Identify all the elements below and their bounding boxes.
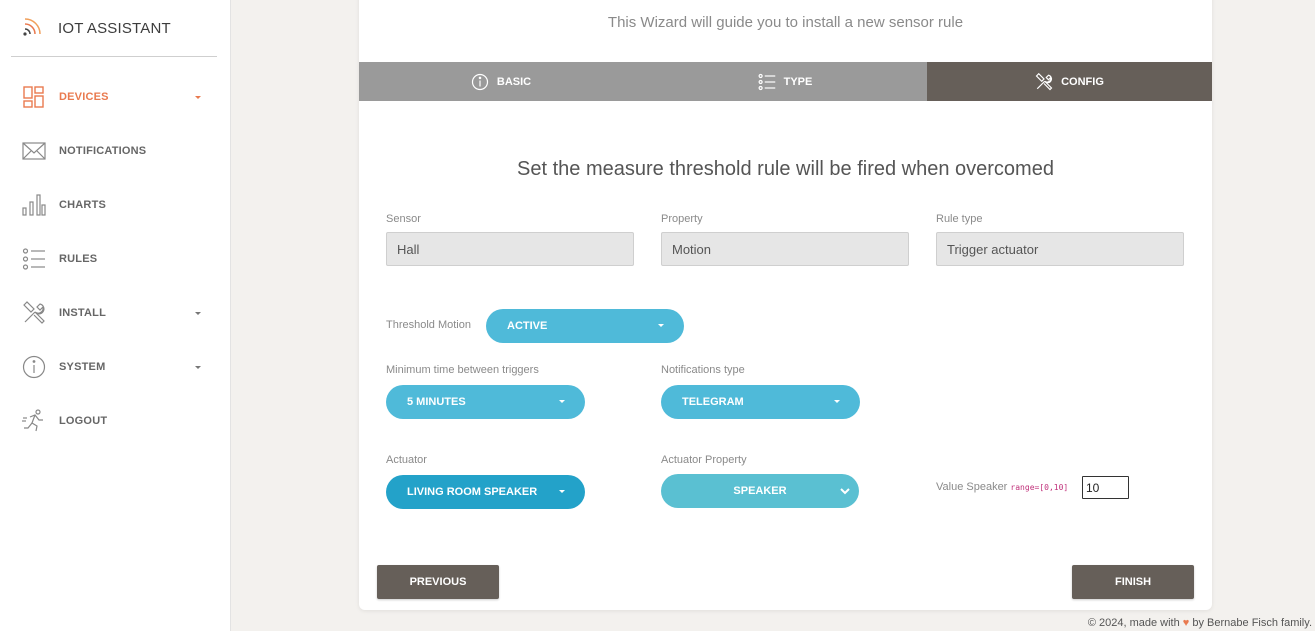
rule-type-field: Trigger actuator — [936, 232, 1184, 266]
tab-label: BASIC — [496, 75, 532, 88]
tools-icon — [1035, 72, 1053, 90]
chevron-down-icon — [559, 400, 565, 403]
actuator-label: Actuator — [386, 454, 427, 466]
config-heading: Set the measure threshold rule will be f… — [517, 158, 1054, 180]
property-field: Motion — [661, 232, 909, 266]
dashboard-icon — [23, 86, 44, 108]
chevron-down-icon — [658, 324, 664, 327]
sensor-field: Hall — [386, 232, 634, 266]
sensor-label: Sensor — [386, 213, 421, 225]
notifications-type-value: TELEGRAM — [682, 396, 744, 408]
heart-icon: ♥ — [1182, 617, 1190, 629]
threshold-dropdown[interactable]: ACTIVE — [486, 309, 684, 343]
chevron-down-icon — [834, 400, 840, 403]
sidebar-nav: DEVICES NOTIFICATIONS CHARTS RULES INSTA… — [0, 70, 231, 448]
tab-basic[interactable]: BASIC — [359, 62, 643, 101]
tab-label: CONFIG — [1061, 75, 1104, 88]
value-speaker-range: range=[0,10] — [1010, 483, 1069, 492]
info-icon — [471, 73, 488, 90]
bar-chart-icon — [22, 194, 46, 216]
chevron-down-icon — [559, 490, 565, 493]
sidebar-item-label: CHARTS — [59, 199, 107, 211]
sidebar-item-label: LOGOUT — [59, 415, 108, 427]
rule-type-label: Rule type — [936, 213, 983, 225]
finish-button[interactable]: FINISH — [1072, 565, 1194, 599]
signal-logo-icon — [23, 18, 41, 36]
sidebar-item-rules[interactable]: RULES — [0, 232, 231, 286]
previous-button[interactable]: PREVIOUS — [377, 565, 499, 599]
sidebar-item-charts[interactable]: CHARTS — [0, 178, 231, 232]
tools-icon — [23, 301, 45, 324]
threshold-value: ACTIVE — [507, 320, 548, 332]
sidebar-item-devices[interactable]: DEVICES — [0, 70, 231, 124]
sidebar: IOT ASSISTANT DEVICES NOTIFICATIONS CHAR… — [0, 0, 231, 631]
sidebar-item-label: RULES — [59, 253, 98, 265]
actuator-value: LIVING ROOM SPEAKER — [407, 486, 538, 498]
sidebar-item-logout[interactable]: LOGOUT — [0, 394, 231, 448]
threshold-label: Threshold Motion — [386, 319, 471, 331]
app-title: IOT ASSISTANT — [58, 20, 171, 37]
value-speaker-label: Value Speaker range=[0,10] — [936, 481, 1068, 493]
value-speaker-text: Value Speaker — [936, 481, 1008, 493]
tab-label: TYPE — [783, 75, 813, 88]
sidebar-item-install[interactable]: INSTALL — [0, 286, 231, 340]
wizard-card: This Wizard will guide you to install a … — [359, 0, 1212, 610]
chevron-down-icon — [195, 95, 201, 99]
chevron-down-icon — [840, 488, 850, 495]
tab-config[interactable]: CONFIG — [927, 62, 1212, 101]
wizard-subtitle: This Wizard will guide you to install a … — [607, 14, 964, 31]
list-icon — [22, 248, 45, 270]
wizard-tabs: BASIC TYPE CONFIG — [359, 62, 1212, 101]
property-label: Property — [661, 213, 703, 225]
sidebar-item-label: INSTALL — [59, 307, 107, 319]
list-icon — [758, 73, 775, 90]
min-time-value: 5 MINUTES — [407, 396, 466, 408]
actuator-property-value: SPEAKER — [733, 485, 787, 497]
min-time-dropdown[interactable]: 5 MINUTES — [386, 385, 585, 419]
sidebar-item-notifications[interactable]: NOTIFICATIONS — [0, 124, 231, 178]
running-icon — [22, 409, 43, 432]
min-time-label: Minimum time between triggers — [386, 364, 539, 376]
tab-type[interactable]: TYPE — [643, 62, 927, 101]
sidebar-item-label: SYSTEM — [59, 361, 106, 373]
actuator-dropdown[interactable]: LIVING ROOM SPEAKER — [386, 475, 585, 509]
notifications-type-dropdown[interactable]: TELEGRAM — [661, 385, 860, 419]
sidebar-item-label: DEVICES — [59, 91, 109, 103]
sidebar-item-system[interactable]: SYSTEM — [0, 340, 231, 394]
chevron-down-icon — [195, 311, 201, 315]
actuator-property-select[interactable]: SPEAKER — [661, 474, 859, 508]
footer-suffix: by Bernabe Fisch family. — [1192, 617, 1312, 629]
info-icon — [22, 355, 46, 379]
brand[interactable]: IOT ASSISTANT — [11, 0, 217, 57]
footer-prefix: © 2024, made with — [1087, 617, 1180, 629]
envelope-icon — [22, 142, 46, 160]
actuator-property-label: Actuator Property — [661, 454, 747, 466]
chevron-down-icon — [195, 365, 201, 369]
footer: © 2024, made with ♥ by Bernabe Fisch fam… — [1088, 617, 1312, 629]
value-speaker-input[interactable]: 10 — [1082, 476, 1129, 499]
sidebar-item-label: NOTIFICATIONS — [59, 145, 147, 157]
notifications-type-label: Notifications type — [661, 364, 745, 376]
